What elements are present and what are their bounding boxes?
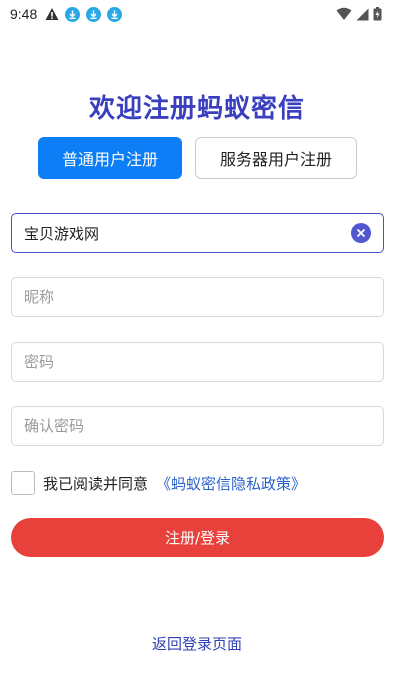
nickname-input[interactable] (24, 288, 371, 306)
confirm-password-input[interactable] (24, 417, 371, 435)
tab-server-user-register[interactable]: 服务器用户注册 (195, 137, 357, 179)
agreement-checkbox[interactable] (11, 471, 35, 495)
agreement-row: 我已阅读并同意 《蚂蚁密信隐私政策》 (11, 470, 306, 496)
status-time: 9:48 (10, 6, 38, 22)
warning-icon (45, 8, 59, 20)
site-input[interactable] (24, 224, 351, 242)
notification-icons (45, 6, 123, 22)
nickname-field (11, 277, 384, 317)
tab-normal-user-register[interactable]: 普通用户注册 (38, 137, 182, 179)
register-login-button[interactable]: 注册/登录 (11, 518, 384, 557)
status-bar: 9:48 (0, 0, 394, 28)
password-input[interactable] (24, 353, 371, 371)
signal-icon (356, 8, 369, 20)
password-field (11, 342, 384, 382)
clear-icon[interactable] (351, 223, 371, 243)
download-icon (65, 6, 81, 22)
battery-icon (373, 7, 382, 21)
confirm-password-field (11, 406, 384, 446)
privacy-policy-link[interactable]: 《蚂蚁密信隐私政策》 (156, 473, 306, 494)
status-right (336, 7, 382, 21)
status-left: 9:48 (10, 6, 123, 22)
wifi-icon (336, 7, 352, 20)
download-icon (86, 6, 102, 22)
agreement-text: 我已阅读并同意 (43, 474, 149, 493)
site-field (11, 213, 384, 253)
register-page: 9:48 欢迎注册蚂蚁密信 普通用户注册 服务器用户注册 宝贝游戏网 昵称 我已… (0, 0, 394, 700)
download-icon (107, 6, 123, 22)
page-title: 欢迎注册蚂蚁密信 (88, 94, 305, 124)
back-to-login-link[interactable]: 返回登录页面 (0, 633, 394, 654)
